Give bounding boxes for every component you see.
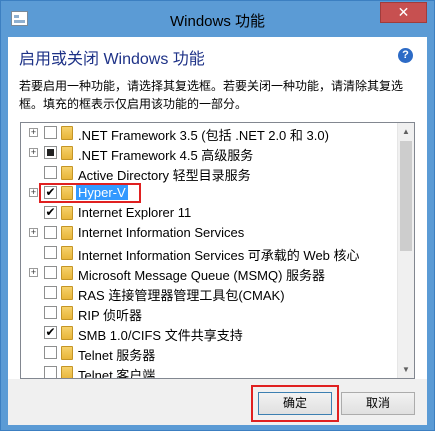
scroll-up-icon[interactable]: ▲	[398, 123, 414, 140]
scroll-thumb[interactable]	[400, 141, 412, 251]
feature-row[interactable]: + Microsoft Message Queue (MSMQ) 服务器	[21, 263, 398, 283]
title-bar[interactable]: Windows 功能 ✕	[1, 1, 434, 37]
vertical-scrollbar[interactable]: ▲ ▼	[397, 123, 414, 378]
feature-row[interactable]: + .NET Framework 3.5 (包括 .NET 2.0 和 3.0)	[21, 123, 398, 143]
description-text: 若要启用一种功能，请选择其复选框。若要关闭一种功能，请清除其复选框。填充的框表示…	[19, 79, 404, 111]
folder-icon	[61, 246, 73, 260]
feature-checkbox[interactable]: ✔	[44, 326, 57, 339]
feature-row[interactable]: ✔ Internet Explorer 11	[21, 203, 398, 223]
feature-label: Internet Information Services 可承载的 Web 核…	[78, 248, 360, 263]
windows-features-dialog: Windows 功能 ✕ 启用或关闭 Windows 功能 ? 若要启用一种功能…	[0, 0, 435, 431]
feature-checkbox[interactable]	[44, 286, 57, 299]
expand-icon[interactable]: +	[29, 188, 38, 197]
folder-icon	[61, 126, 73, 140]
expand-icon[interactable]: +	[29, 268, 38, 277]
feature-label: Microsoft Message Queue (MSMQ) 服务器	[78, 268, 326, 283]
feature-label: RAS 连接管理器管理工具包(CMAK)	[78, 288, 285, 303]
feature-row[interactable]: Active Directory 轻型目录服务	[21, 163, 398, 183]
folder-icon	[61, 306, 73, 320]
cancel-button[interactable]: 取消	[341, 392, 415, 415]
dialog-footer: 确定 取消	[8, 379, 427, 425]
help-icon[interactable]: ?	[398, 48, 413, 63]
folder-icon	[61, 206, 73, 220]
feature-row[interactable]: RIP 侦听器	[21, 303, 398, 323]
feature-checkbox[interactable]	[44, 266, 57, 279]
feature-checkbox[interactable]	[44, 126, 57, 139]
feature-row[interactable]: Telnet 客户端	[21, 363, 398, 379]
ok-button[interactable]: 确定	[258, 392, 332, 415]
feature-checkbox[interactable]	[44, 166, 57, 179]
folder-icon	[61, 326, 73, 340]
expand-icon[interactable]: +	[29, 228, 38, 237]
highlight-box	[39, 183, 141, 203]
page-title: 启用或关闭 Windows 功能	[19, 51, 205, 68]
feature-label: Internet Information Services	[78, 225, 245, 240]
expand-icon[interactable]: +	[29, 128, 38, 137]
folder-icon	[61, 146, 73, 160]
feature-checkbox[interactable]	[44, 366, 57, 378]
feature-row[interactable]: + ✔ Hyper-V	[21, 183, 398, 203]
feature-row[interactable]: + Internet Information Services	[21, 223, 398, 243]
feature-label: .NET Framework 4.5 高级服务	[78, 148, 254, 163]
close-button[interactable]: ✕	[380, 2, 427, 23]
feature-checkbox[interactable]	[44, 306, 57, 319]
feature-row[interactable]: RAS 连接管理器管理工具包(CMAK)	[21, 283, 398, 303]
folder-icon	[61, 166, 73, 180]
feature-label: Internet Explorer 11	[78, 205, 192, 220]
feature-checkbox[interactable]	[44, 146, 57, 159]
folder-icon	[61, 346, 73, 360]
feature-label: .NET Framework 3.5 (包括 .NET 2.0 和 3.0)	[78, 128, 329, 143]
expand-icon[interactable]: +	[29, 148, 38, 157]
feature-checkbox[interactable]: ✔	[44, 206, 57, 219]
feature-row[interactable]: Telnet 服务器	[21, 343, 398, 363]
scroll-down-icon[interactable]: ▼	[398, 361, 414, 378]
feature-label: Telnet 服务器	[78, 348, 156, 363]
folder-icon	[61, 366, 73, 378]
features-tree[interactable]: + .NET Framework 3.5 (包括 .NET 2.0 和 3.0) +…	[20, 122, 415, 379]
window-title: Windows 功能	[169, 13, 266, 30]
feature-checkbox[interactable]	[44, 346, 57, 359]
feature-label: RIP 侦听器	[78, 308, 143, 323]
features-list: + .NET Framework 3.5 (包括 .NET 2.0 和 3.0) +…	[21, 123, 398, 379]
feature-row[interactable]: + .NET Framework 4.5 高级服务	[21, 143, 398, 163]
folder-icon	[61, 226, 73, 240]
feature-row[interactable]: ✔ SMB 1.0/CIFS 文件共享支持	[21, 323, 398, 343]
feature-checkbox[interactable]	[44, 246, 57, 259]
feature-row[interactable]: Internet Information Services 可承载的 Web 核…	[21, 243, 398, 263]
feature-checkbox[interactable]	[44, 226, 57, 239]
folder-icon	[61, 266, 73, 280]
dialog-body: 启用或关闭 Windows 功能 ? 若要启用一种功能，请选择其复选框。若要关闭…	[8, 37, 427, 425]
feature-label: SMB 1.0/CIFS 文件共享支持	[78, 328, 243, 343]
feature-label: Active Directory 轻型目录服务	[78, 168, 251, 183]
folder-icon	[61, 286, 73, 300]
feature-label: Telnet 客户端	[78, 368, 156, 379]
